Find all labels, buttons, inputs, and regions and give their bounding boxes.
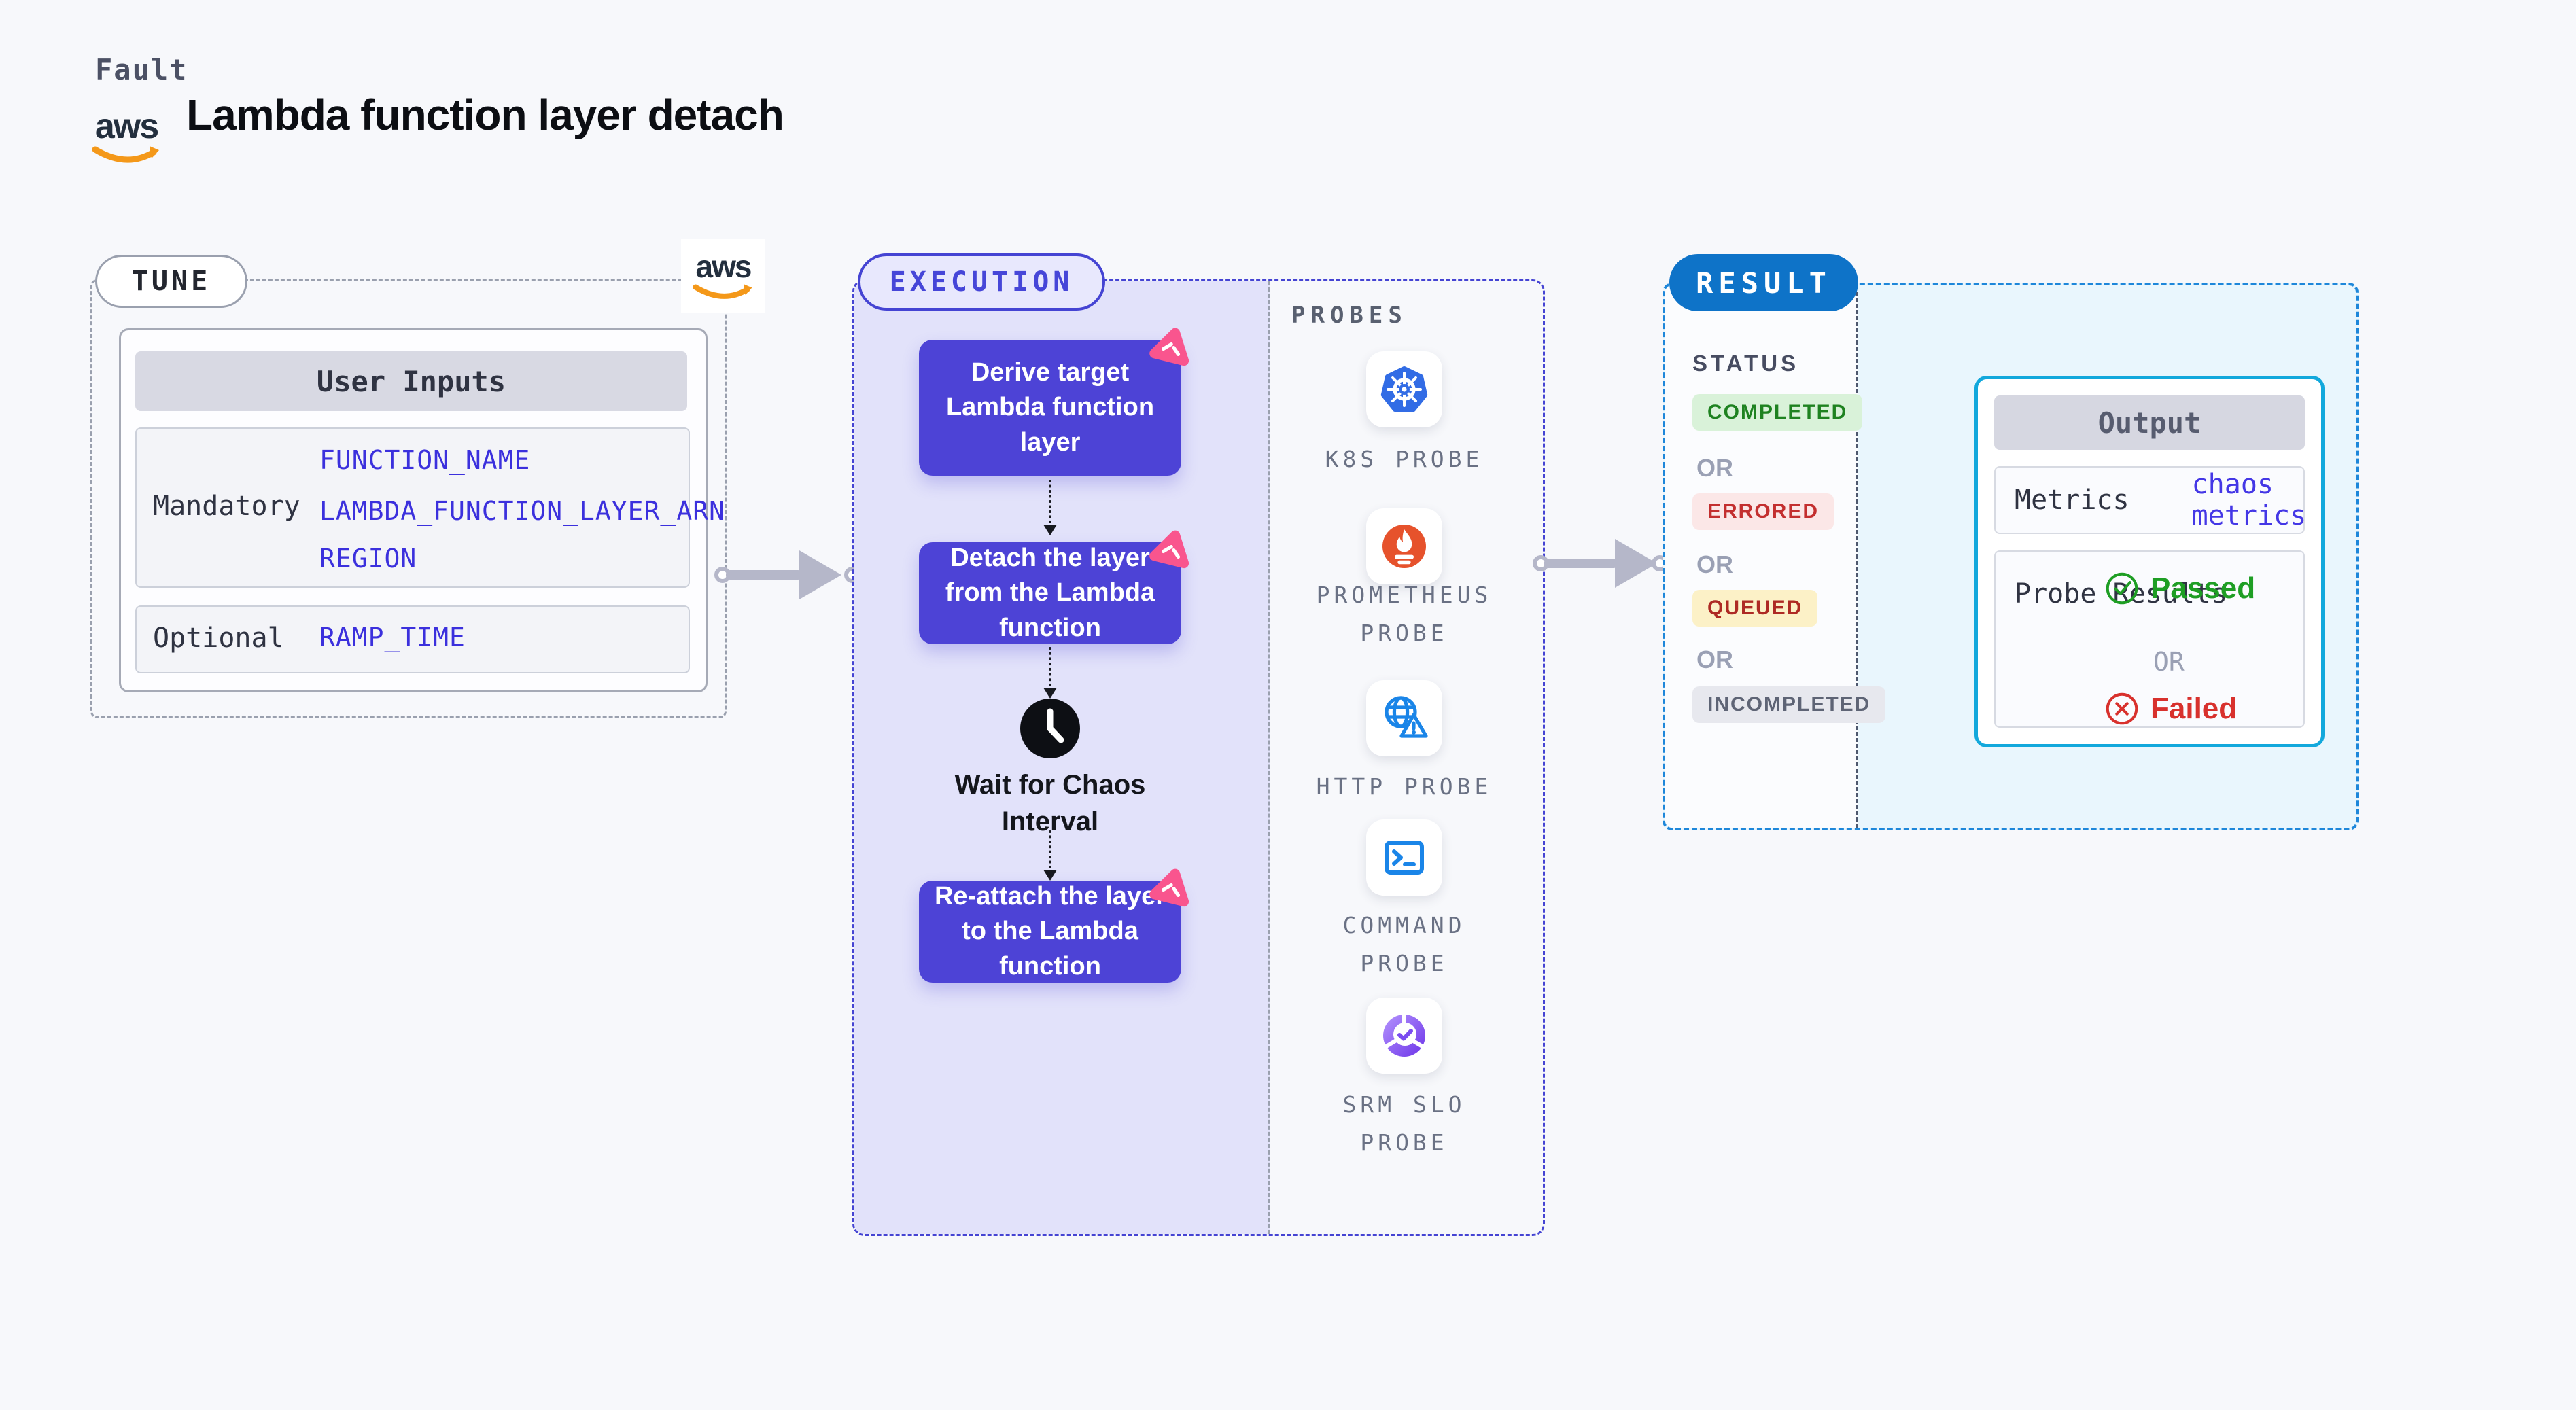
kubernetes-icon: [1380, 366, 1428, 412]
status-badge-incompleted: INCOMPLETED: [1692, 686, 1886, 723]
env-var-ramp-time: RAMP_TIME: [319, 622, 466, 652]
prometheus-probe-tile: [1366, 508, 1442, 584]
flow-arrow: [1544, 559, 1618, 568]
node-derive-layer: Derive target Lambda function layer: [919, 328, 1189, 476]
flow-connector: [1049, 830, 1051, 868]
flow-arrow-head: [1615, 539, 1657, 588]
failed-x-icon: [2106, 692, 2138, 725]
aws-logo-tune: aws: [681, 239, 765, 313]
srm-slo-icon: [1383, 1013, 1425, 1057]
flow-connector: [1049, 480, 1051, 523]
passed-label: Passed: [2151, 571, 2256, 605]
command-terminal-icon: [1385, 841, 1424, 875]
probe-label-line: PROBE: [1360, 950, 1448, 977]
node-label: Re-attach the layer to the Lambda functi…: [934, 882, 1166, 981]
probe-results-row: Probe Results Passed OR Failed: [1994, 550, 2305, 728]
passed-check-icon: [2106, 572, 2138, 605]
node-label: Derive target Lambda function layer: [945, 358, 1155, 457]
optional-label: Optional: [153, 622, 284, 654]
flow-arrow: [726, 570, 802, 580]
probe-label-line: HTTP PROBE: [1316, 773, 1493, 800]
fault-eyebrow: Fault: [95, 53, 188, 86]
failed-label: Failed: [2151, 692, 2238, 725]
aws-logo: aws: [91, 109, 162, 166]
user-inputs-title: User Inputs: [135, 351, 687, 411]
prometheus-probe-label: PROMETHEUS PROBE: [1302, 576, 1506, 652]
k8s-probe-label: K8S PROBE: [1302, 440, 1506, 478]
env-var-layer-arn: LAMBDA_FUNCTION_LAYER_ARN: [319, 496, 725, 526]
flow-connector: [1049, 647, 1051, 686]
command-probe-tile: [1366, 819, 1442, 896]
command-probe-label: COMMAND PROBE: [1302, 906, 1506, 983]
probe-label-line: PROBE: [1360, 620, 1448, 647]
status-badge-completed: COMPLETED: [1692, 394, 1863, 431]
status-badge-errored: ERRORED: [1692, 493, 1834, 530]
k8s-probe-tile: [1366, 351, 1442, 427]
aws-smile-icon: [693, 283, 752, 299]
mandatory-label: Mandatory: [153, 491, 300, 522]
node-label: Detach the layer from the Lambda functio…: [945, 544, 1155, 642]
chaos-metrics-link[interactable]: chaos metrics: [2192, 469, 2307, 531]
flow-arrow-head: [799, 550, 841, 599]
node-reattach-layer: Re-attach the layer to the Lambda functi…: [919, 868, 1189, 983]
flow-connector-head: [1043, 525, 1057, 535]
metrics-row: Metrics chaos metrics: [1994, 466, 2307, 534]
clock-icon: [1020, 699, 1080, 758]
http-globe-warning-icon: [1385, 696, 1428, 738]
page-title: Lambda function layer detach: [186, 90, 784, 139]
failed-result: Failed: [2104, 691, 2237, 726]
aws-logo-text: aws: [94, 107, 159, 146]
srm-slo-probe-label: SRM SLO PROBE: [1302, 1086, 1506, 1162]
execution-pill: EXECUTION: [858, 253, 1105, 311]
probes-label: PROBES: [1291, 302, 1408, 329]
wait-chaos-interval-label: Wait for Chaos Interval: [954, 770, 1146, 836]
output-box: Output Metrics chaos metrics Probe Resul…: [1974, 376, 2325, 747]
http-probe-tile: [1366, 680, 1442, 756]
node-detach-layer: Detach the layer from the Lambda functio…: [919, 530, 1189, 644]
status-badge-queued: QUEUED: [1692, 590, 1818, 627]
http-probe-label: HTTP PROBE: [1302, 768, 1506, 806]
probe-label-line: PROBE: [1360, 1129, 1448, 1157]
status-label: STATUS: [1692, 351, 1800, 376]
aws-logo-text: aws: [695, 248, 752, 284]
probe-label-line: PROMETHEUS: [1316, 582, 1493, 608]
or-separator: OR: [1696, 454, 1733, 482]
probe-label-line: SRM SLO: [1342, 1091, 1466, 1118]
metrics-label: Metrics: [2015, 484, 2129, 516]
probe-label-line: K8S PROBE: [1325, 446, 1484, 472]
output-title: Output: [1994, 395, 2305, 450]
tune-pill: TUNE: [95, 255, 247, 308]
passed-result: Passed: [2104, 571, 2255, 606]
or-separator: OR: [2153, 647, 2185, 677]
aws-smile-icon: [92, 146, 159, 163]
env-var-function-name: FUNCTION_NAME: [319, 445, 531, 475]
env-var-region: REGION: [319, 544, 417, 574]
or-separator: OR: [1696, 550, 1733, 578]
prometheus-icon: [1382, 525, 1426, 568]
srm-slo-probe-tile: [1366, 998, 1442, 1074]
result-pill: RESULT: [1669, 254, 1858, 311]
or-separator: OR: [1696, 646, 1733, 673]
probe-label-line: COMMAND: [1342, 912, 1466, 938]
